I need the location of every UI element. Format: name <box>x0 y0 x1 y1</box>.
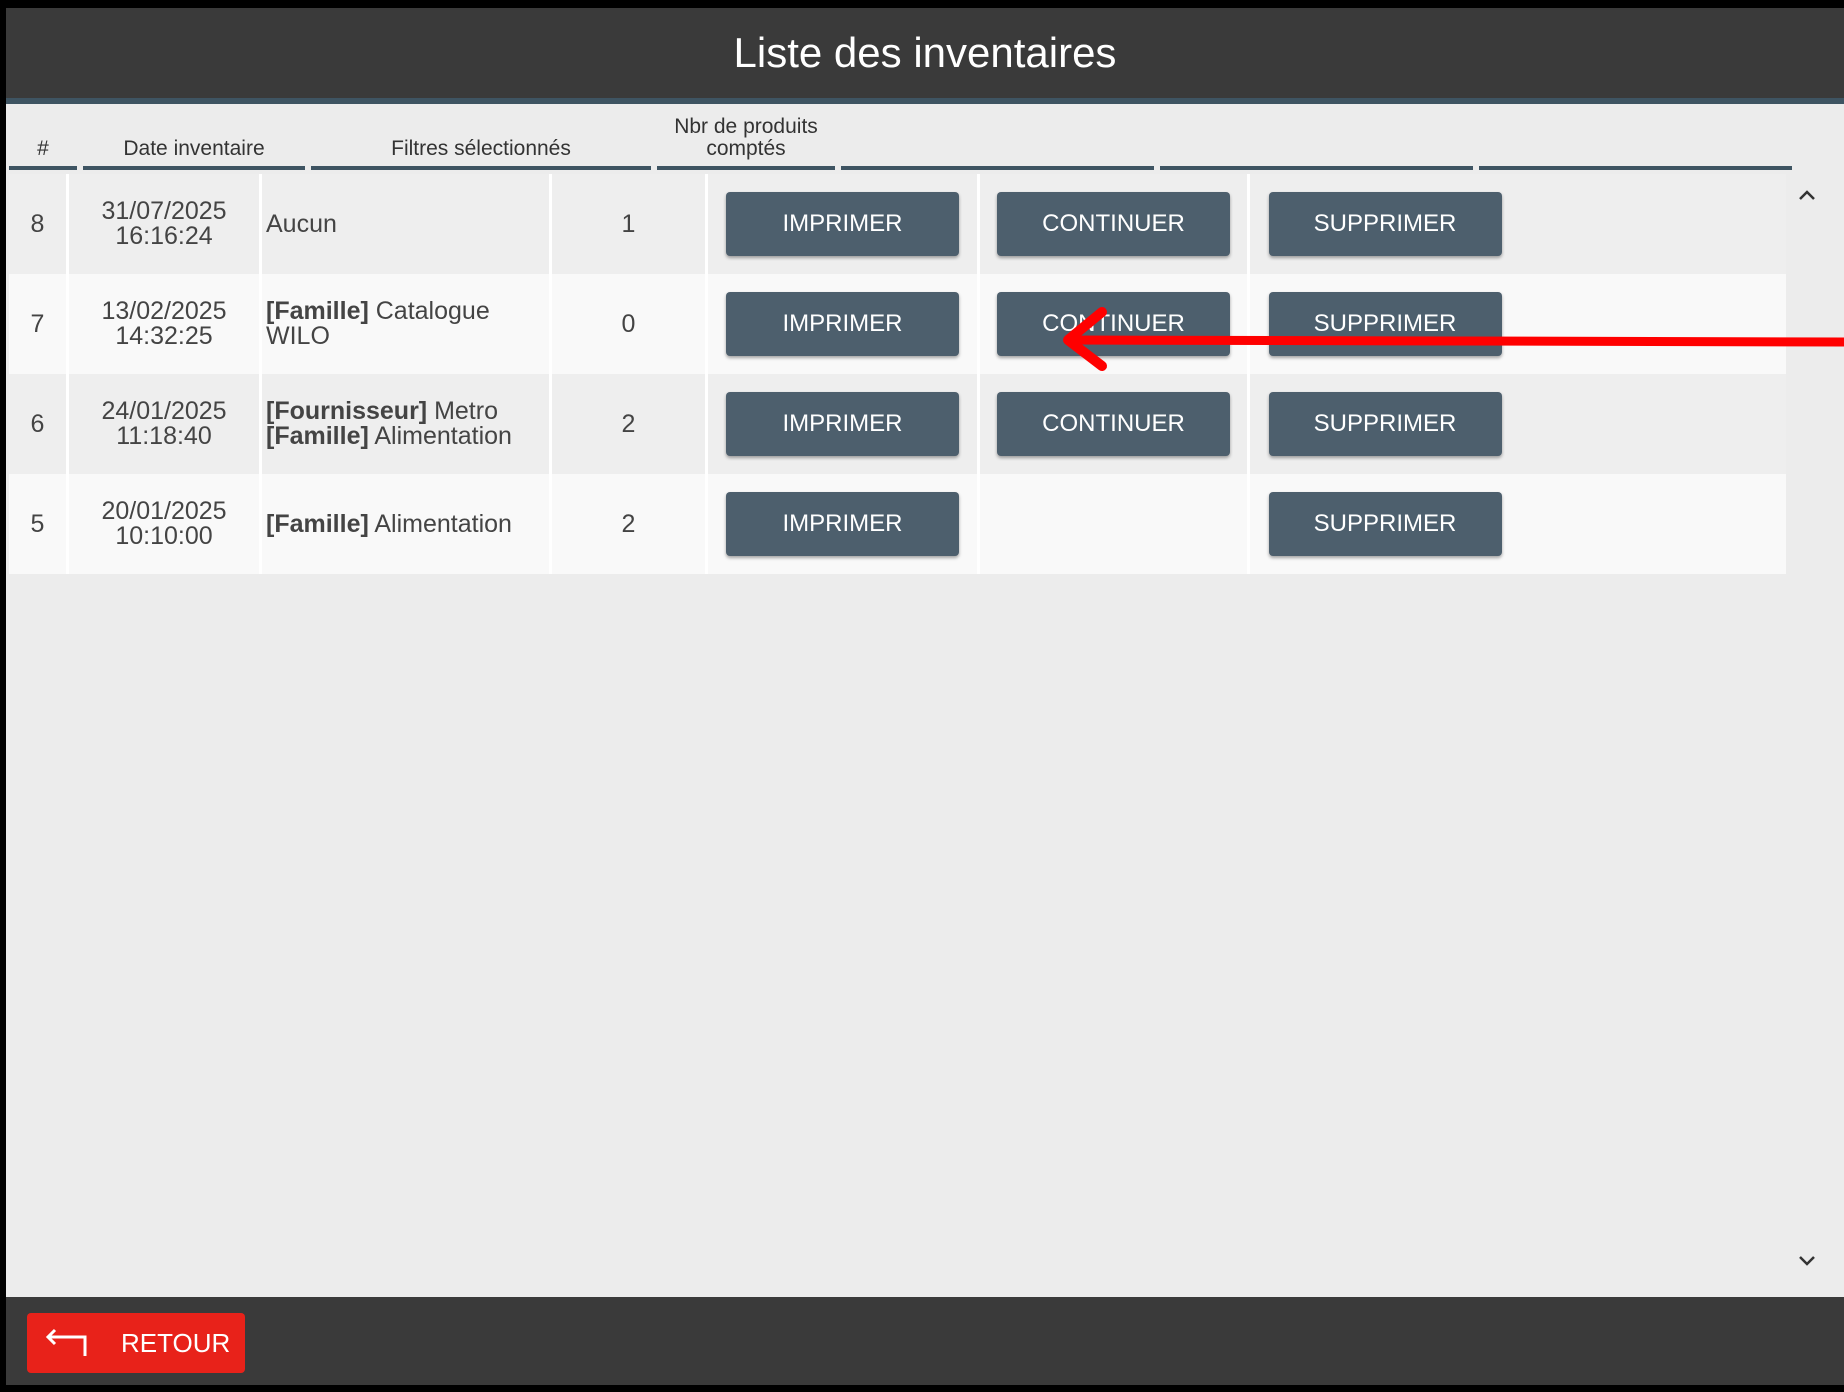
filter-line: Aucun <box>266 209 337 238</box>
cell-print: IMPRIMER <box>708 474 980 574</box>
cell-filters: [Fournisseur] Metro [Famille] Alimentatio… <box>262 374 552 474</box>
return-arrow-icon <box>45 1328 87 1356</box>
cell-num: 8 <box>9 174 69 274</box>
scroll-down-icon[interactable] <box>1794 1248 1820 1274</box>
table-row: 5 20/01/2025 10:10:00 [Famille] Alimentatio… <box>9 474 1786 574</box>
bottom-bar: RETOUR <box>6 1297 1844 1385</box>
date-value: 20/01/2025 <box>101 497 227 525</box>
filter-line: [Famille] Catalogue WILO <box>266 299 549 349</box>
cell-filters: [Famille] Alimentation <box>262 474 552 574</box>
table-row: 7 13/02/2025 14:32:25 [Famille] Catalogue W… <box>9 274 1786 374</box>
scrollbar[interactable] <box>1788 174 1826 1274</box>
date-value: 24/01/2025 <box>101 397 227 425</box>
time-value: 14:32:25 <box>115 322 213 350</box>
print-button[interactable]: IMPRIMER <box>726 192 959 256</box>
title-bar: Liste des inventaires <box>6 8 1844 104</box>
cell-filters: [Famille] Catalogue WILO <box>262 274 552 374</box>
continue-button[interactable]: CONTINUER <box>997 192 1230 256</box>
filter-line: [Famille] Alimentation <box>266 424 512 449</box>
header-count-line1: Nbr de produits <box>674 115 818 138</box>
time-value: 10:10:00 <box>115 522 213 550</box>
cell-count: 1 <box>552 174 708 274</box>
date-value: 31/07/2025 <box>101 197 227 225</box>
cell-print: IMPRIMER <box>708 374 980 474</box>
header-count-line2: comptés <box>706 137 786 160</box>
continue-button[interactable]: CONTINUER <box>997 292 1230 356</box>
cell-date: 24/01/2025 11:18:40 <box>69 374 262 474</box>
table-row: 8 31/07/2025 16:16:24 Aucun 1 IMPRIMER CONTINU… <box>9 174 1786 274</box>
print-button[interactable]: IMPRIMER <box>726 292 959 356</box>
header-filters: Filtres sélectionnés <box>311 104 651 170</box>
filter-label: [Famille] <box>266 297 369 325</box>
cell-num: 7 <box>9 274 69 374</box>
header-delete-col <box>1479 104 1792 170</box>
scroll-up-icon[interactable] <box>1794 182 1820 208</box>
time-value: 16:16:24 <box>115 222 213 250</box>
delete-button[interactable]: SUPPRIMER <box>1268 292 1502 356</box>
app-window: Liste des inventaires # Date inventaire … <box>0 0 1844 1392</box>
header-print-col <box>841 104 1154 170</box>
cell-delete: SUPPRIMER <box>1250 374 1520 474</box>
cell-delete: SUPPRIMER <box>1250 174 1520 274</box>
header-num: # <box>9 104 77 170</box>
filter-line: [Fournisseur] Metro <box>266 399 512 424</box>
cell-count: 2 <box>552 474 708 574</box>
print-button[interactable]: IMPRIMER <box>726 392 959 456</box>
cell-count: 2 <box>552 374 708 474</box>
cell-continue <box>980 474 1250 574</box>
cell-date: 20/01/2025 10:10:00 <box>69 474 262 574</box>
filter-value: Alimentation <box>368 509 512 538</box>
cell-print: IMPRIMER <box>708 174 980 274</box>
cell-date: 13/02/2025 14:32:25 <box>69 274 262 374</box>
cell-filters: Aucun <box>262 174 552 274</box>
filter-value: Aucun <box>266 209 337 238</box>
print-button[interactable]: IMPRIMER <box>726 492 959 556</box>
filter-label: [Fournisseur] <box>266 397 428 425</box>
filter-value: Alimentation <box>368 422 512 450</box>
continue-button[interactable]: CONTINUER <box>997 392 1230 456</box>
header-continue-col <box>1160 104 1473 170</box>
cell-print: IMPRIMER <box>708 274 980 374</box>
inventory-list-panel: # Date inventaire Filtres sélectionnés N… <box>6 104 1844 1297</box>
filter-label: [Famille] <box>266 422 369 450</box>
cell-continue: CONTINUER <box>980 374 1250 474</box>
cell-num: 6 <box>9 374 69 474</box>
delete-button[interactable]: SUPPRIMER <box>1268 492 1502 556</box>
delete-button[interactable]: SUPPRIMER <box>1268 192 1502 256</box>
cell-continue: CONTINUER <box>980 174 1250 274</box>
filter-line: [Famille] Alimentation <box>266 509 512 538</box>
cell-delete: SUPPRIMER <box>1250 474 1520 574</box>
table-row: 6 24/01/2025 11:18:40 [Fournisseur] Metro [F… <box>9 374 1786 474</box>
back-button[interactable]: RETOUR <box>27 1313 245 1373</box>
back-button-label: RETOUR <box>121 1327 231 1358</box>
cell-count: 0 <box>552 274 708 374</box>
delete-button[interactable]: SUPPRIMER <box>1268 392 1502 456</box>
time-value: 11:18:40 <box>116 422 212 450</box>
filter-label: [Famille] <box>266 509 369 538</box>
cell-date: 31/07/2025 16:16:24 <box>69 174 262 274</box>
page-title: Liste des inventaires <box>733 29 1117 76</box>
filter-value: Metro <box>427 397 498 425</box>
header-date: Date inventaire <box>83 104 305 170</box>
cell-num: 5 <box>9 474 69 574</box>
cell-continue: CONTINUER <box>980 274 1250 374</box>
date-value: 13/02/2025 <box>101 297 227 325</box>
header-count: Nbr de produits comptés <box>657 104 835 170</box>
cell-delete: SUPPRIMER <box>1250 274 1520 374</box>
